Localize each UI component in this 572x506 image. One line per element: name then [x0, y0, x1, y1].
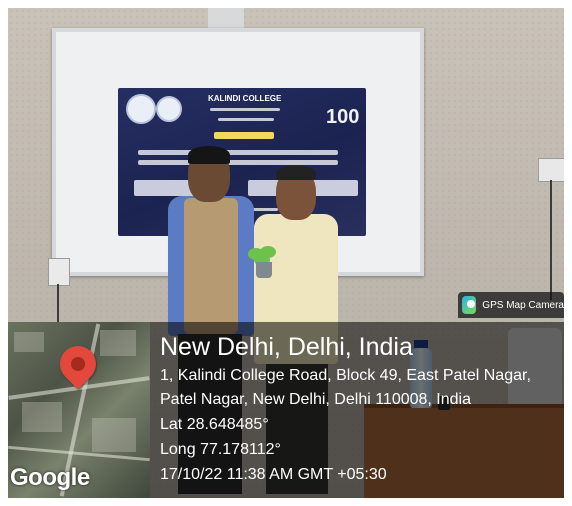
hair [188, 146, 230, 164]
slide-college-name: KALINDI COLLEGE [208, 94, 282, 103]
centenary-logo: 100 [326, 106, 360, 128]
map-pin-center [71, 357, 85, 371]
slide-subtitle [210, 108, 280, 111]
location-info: New Delhi, Delhi, India 1, Kalindi Colle… [160, 330, 560, 487]
gps-map-camera-badge: GPS Map Camera [458, 292, 564, 318]
map-block [14, 332, 44, 352]
slide-subtitle [218, 118, 274, 121]
cable [550, 180, 552, 300]
map-block [92, 418, 136, 452]
longitude: Long 77.178112° [160, 441, 281, 458]
hair [276, 166, 316, 180]
college-logo-right [156, 96, 182, 122]
latitude: Lat 28.648485° [160, 416, 269, 433]
location-title: New Delhi, Delhi, India [160, 333, 413, 361]
slide-event-title [214, 132, 274, 139]
college-logo-left [126, 94, 156, 124]
timestamp: 17/10/22 11:38 AM GMT +05:30 [160, 466, 387, 483]
vest [184, 198, 238, 334]
wall-router [538, 158, 564, 182]
address-line-2: Patel Nagar, New Delhi, Delhi 110008, In… [160, 391, 471, 408]
address-line-1: 1, Kalindi College Road, Block 49, East … [160, 367, 531, 384]
map-block [22, 402, 62, 432]
wall-socket [48, 258, 70, 286]
pot [256, 262, 272, 278]
badge-label: GPS Map Camera [482, 299, 564, 311]
map-block [100, 330, 136, 356]
gps-map-camera-icon [462, 296, 477, 314]
potted-plant-gift [248, 246, 278, 278]
map-thumbnail: Google [8, 322, 150, 498]
google-watermark: Google [10, 464, 90, 491]
